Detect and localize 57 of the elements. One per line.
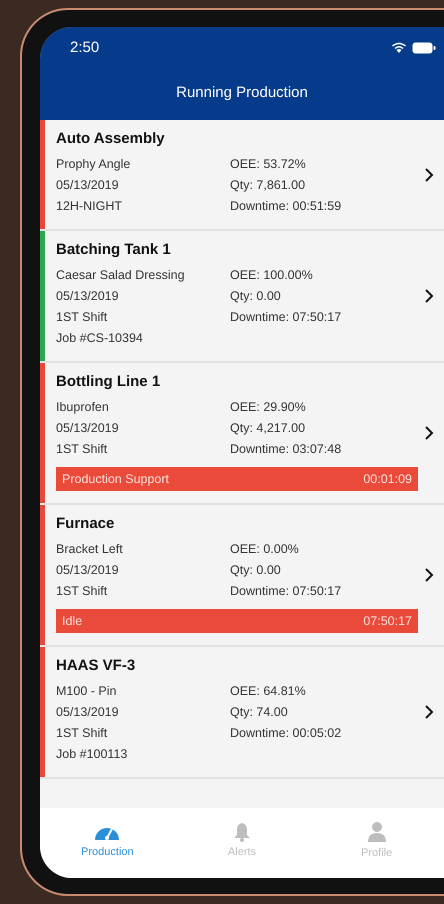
detail-text: 1ST Shift	[56, 309, 108, 326]
machine-card[interactable]: Batching Tank 1 Caesar Salad Dressing 05/13/2019 1ST Shift Job #CS-10394 OEE: 100.00% Qty: 0.00 Downtime: 07:50:17	[40, 231, 444, 363]
bell-icon	[232, 822, 252, 842]
detail-text: 05/13/2019	[56, 420, 120, 437]
metric-text: Qty: 74.00	[230, 704, 289, 721]
detail-text: Prophy Angle	[56, 156, 132, 173]
metric-text: Qty: 4,217.00	[230, 420, 306, 437]
status-time: 2:50	[70, 39, 100, 56]
detail-text: 05/13/2019	[56, 562, 120, 579]
detail-text: Job #CS-10394	[56, 330, 144, 347]
metric-text: OEE: 100.00%	[230, 267, 314, 284]
metric-text: Downtime: 03:07:48	[230, 441, 342, 458]
detail-text: 1ST Shift	[56, 441, 108, 458]
metric-text: OEE: 0.00%	[230, 541, 300, 558]
chevron-right-icon	[424, 166, 434, 182]
chevron-right-icon	[424, 567, 434, 583]
metric-text: OEE: 29.90%	[230, 399, 307, 416]
machine-name: Furnace	[56, 515, 116, 532]
detail-text: Job #100113	[56, 746, 128, 763]
metric-text: Downtime: 00:05:02	[230, 725, 342, 742]
screen-title: Running Production	[175, 84, 309, 101]
detail-text: 05/13/2019	[56, 288, 120, 305]
metric-text: Downtime: 07:50:17	[230, 583, 342, 600]
machine-name: Batching Tank 1	[56, 241, 172, 258]
metric-text: OEE: 53.72%	[230, 156, 307, 173]
machine-card[interactable]: HAAS VF-3 M100 - Pin 05/13/2019 1ST Shift Job #100113 OEE: 64.81% Qty: 74.00 Downtime: 00:05:02	[40, 647, 444, 779]
metric-text: Qty: 0.00	[230, 288, 282, 305]
metric-text: Qty: 0.00	[230, 562, 282, 579]
metric-text: Downtime: 00:51:59	[230, 198, 342, 215]
person-icon	[366, 821, 387, 843]
wifi-icon	[391, 42, 407, 54]
machine-name: HAAS VF-3	[56, 657, 136, 674]
machine-name: Bottling Line 1	[56, 373, 162, 390]
detail-text: 12H-NIGHT	[56, 198, 123, 215]
detail-text: 1ST Shift	[56, 583, 108, 600]
detail-text: 1ST Shift	[56, 725, 108, 742]
detail-text: M100 - Pin	[56, 683, 118, 700]
machine-card[interactable]: Furnace Bracket Left 05/13/2019 1ST Shift OEE: 0.00% Qty: 0.00 Downtime: 07:50:17 Idle 07:50:17	[40, 505, 444, 647]
alert-label: Production Support	[62, 472, 170, 486]
metric-text: Qty: 7,861.00	[230, 177, 306, 194]
chevron-right-icon	[424, 425, 434, 441]
detail-text: 05/13/2019	[56, 177, 120, 194]
chevron-right-icon	[424, 704, 434, 720]
detail-text: Bracket Left	[56, 541, 124, 558]
machine-card[interactable]: Bottling Line 1 Ibuprofen 05/13/2019 1ST Shift OEE: 29.90% Qty: 4,217.00 Downtime: 03:07:48 Production Support 00:01:09	[40, 363, 444, 505]
metric-text: Downtime: 07:50:17	[230, 309, 342, 326]
machine-card[interactable]: Auto Assembly Prophy Angle 05/13/2019 12H-NIGHT OEE: 53.72% Qty: 7,861.00 Downtime: 00:51:59	[40, 120, 444, 231]
detail-text: Ibuprofen	[56, 399, 110, 416]
alert-time: 07:50:17	[363, 614, 412, 628]
battery-icon	[412, 42, 436, 54]
chevron-right-icon	[424, 288, 434, 304]
detail-text: Caesar Salad Dressing	[56, 267, 186, 284]
machine-name: Auto Assembly	[56, 130, 166, 147]
metric-text: OEE: 64.81%	[230, 683, 307, 700]
detail-text: 05/13/2019	[56, 704, 120, 721]
alert-label: Idle	[62, 614, 82, 628]
alert-time: 00:01:09	[363, 472, 412, 486]
